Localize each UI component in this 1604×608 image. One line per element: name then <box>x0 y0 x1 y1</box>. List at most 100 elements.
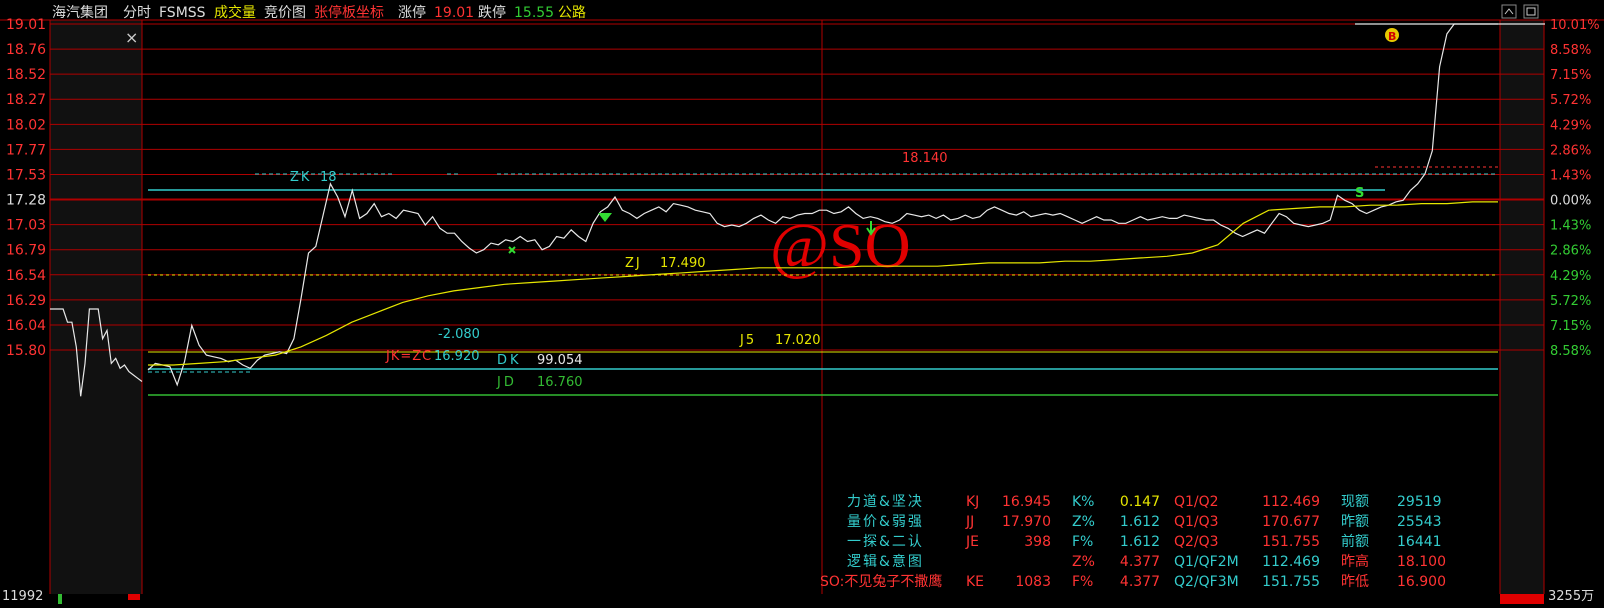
stats-cell-k3: Q1/Q3 <box>1174 514 1219 530</box>
stats-cell-v3: 151.755 <box>1262 534 1320 550</box>
stats-panel: 力道&坚决 KJ 16.945 K% 0.147 Q1/Q2 112.469 现额 29519 量… <box>820 494 1446 590</box>
y-tick-right: 4.29% <box>1550 118 1591 133</box>
stats-cell-v4: 16441 <box>1397 534 1442 550</box>
y-tick-left: 18.76 <box>6 42 46 58</box>
stats-cell-name: 力道&坚决 <box>847 494 924 510</box>
stats-cell-k1: KE <box>966 574 984 590</box>
stats-cell-v4: 18.100 <box>1397 554 1446 570</box>
stats-cell-k4: 现额 <box>1341 494 1369 510</box>
sector-label[interactable]: 公路 <box>558 5 586 21</box>
stats-cell-v4: 16.900 <box>1397 574 1446 590</box>
stats-cell-name: SO:不见兔子不撒鹰 <box>820 574 942 590</box>
y-tick-left: 16.54 <box>6 268 46 284</box>
intraday-chart: 19.01 18.76 18.52 18.27 18.02 17.77 17.53 17.28… <box>0 0 1604 604</box>
stats-cell-k4: 昨低 <box>1341 574 1369 590</box>
stats-cell-v3: 170.677 <box>1262 514 1320 530</box>
neg-value: -2.080 <box>438 327 480 342</box>
y-tick-left: 17.53 <box>6 167 46 183</box>
zk-value: 18 <box>320 170 337 185</box>
stats-cell-v1: 17.970 <box>1002 514 1051 530</box>
auction-label[interactable]: 竞价图 <box>264 4 306 21</box>
volume-label[interactable]: 成交量 <box>214 4 256 21</box>
jd-label: JD <box>496 375 517 390</box>
jk-label: JK=ZC <box>385 349 432 364</box>
y-tick-left: 16.29 <box>6 293 46 309</box>
stats-cell-v2: 1.612 <box>1120 534 1160 550</box>
limit-coord-label[interactable]: 张停板坐标 <box>314 4 384 21</box>
volume-right-label: 3255万 <box>1548 589 1594 604</box>
y-tick-right: 8.58% <box>1550 43 1591 58</box>
y-tick-left: 17.03 <box>6 218 46 234</box>
y-tick-right: 4.29% <box>1550 269 1591 284</box>
stats-cell-k1: JE <box>965 534 979 550</box>
limit-down-label: 跌停 <box>478 4 506 21</box>
y-tick-right: 5.72% <box>1550 93 1591 108</box>
y-tick-left: 17.77 <box>6 142 46 158</box>
limit-down-value: 15.55 <box>514 5 554 21</box>
stats-cell-k1: JJ <box>965 514 974 530</box>
stats-cell-v2: 1.612 <box>1120 514 1160 530</box>
indicator-label[interactable]: FSMSS <box>159 5 206 21</box>
stats-cell-v1: 398 <box>1024 534 1051 550</box>
jk-value: 16.920 <box>434 349 480 364</box>
b-signal-letter: B <box>1388 30 1396 43</box>
stats-cell-k4: 昨额 <box>1341 514 1369 530</box>
y-tick-right: 1.43% <box>1550 168 1591 183</box>
stats-cell-k3: Q1/Q2 <box>1174 494 1219 510</box>
y-tick-left: 18.52 <box>6 67 46 83</box>
stats-cell-v4: 29519 <box>1397 494 1442 510</box>
y-tick-left: 16.79 <box>6 243 46 259</box>
stats-cell-k3: Q2/QF3M <box>1174 574 1239 590</box>
volume-left-label: 11992 <box>2 589 43 604</box>
stats-cell-k2: K% <box>1072 494 1094 510</box>
dk-label: DK <box>497 353 522 368</box>
stats-cell-v2: 4.377 <box>1120 574 1160 590</box>
y-tick-left: 15.80 <box>6 343 46 359</box>
stats-cell-name: 量价&弱强 <box>847 514 924 530</box>
y-tick-right: 10.01% <box>1550 18 1600 33</box>
dk-value: 99.054 <box>537 353 583 368</box>
stats-cell-k3: Q1/QF2M <box>1174 554 1239 570</box>
stats-cell-k1: KJ <box>966 494 979 510</box>
stock-name[interactable]: 海汽集团 <box>52 4 108 21</box>
y-tick-right: 7.15% <box>1550 319 1591 334</box>
mode-label[interactable]: 分时 <box>123 5 151 21</box>
close-icon[interactable]: × <box>125 28 138 47</box>
y-tick-right: 7.15% <box>1550 68 1591 83</box>
zj-label: ZJ <box>625 256 642 271</box>
j5-label: J5 <box>739 333 756 348</box>
stats-cell-k4: 前额 <box>1341 533 1369 550</box>
y-tick-left: 19.01 <box>6 17 46 33</box>
stats-cell-v4: 25543 <box>1397 514 1442 530</box>
y-tick-left: 18.27 <box>6 92 46 108</box>
y-tick-right: 0.00% <box>1550 194 1591 209</box>
y-tick-left: 16.04 <box>6 318 46 334</box>
auction-zone-left <box>50 20 142 594</box>
stats-cell-name: 一探&二认 <box>847 534 924 550</box>
y-tick-right: 2.86% <box>1550 244 1591 259</box>
stats-cell-k4: 昨高 <box>1341 553 1369 570</box>
top-line-value: 18.140 <box>902 151 948 166</box>
volume-bar-left-green <box>58 594 62 604</box>
zk-label: ZK <box>290 170 311 185</box>
stats-cell-k2: Z% <box>1072 514 1095 530</box>
y-tick-left: 17.28 <box>6 193 46 209</box>
stats-cell-v1: 1083 <box>1015 574 1051 590</box>
header-bar: 海汽集团 分时 FSMSS 成交量 竞价图 张停板坐标 涨停 19.01 跌停 … <box>52 4 586 21</box>
volume-bar-left-red <box>128 594 140 600</box>
stats-cell-v2: 4.377 <box>1120 554 1160 570</box>
y-tick-left: 18.02 <box>6 117 46 133</box>
y-tick-right: 2.86% <box>1550 143 1591 158</box>
jd-value: 16.760 <box>537 375 583 390</box>
stats-cell-k3: Q2/Q3 <box>1174 534 1219 550</box>
volume-bar-right <box>1500 594 1544 604</box>
zj-value: 17.490 <box>660 256 706 271</box>
s-signal-icon: S <box>1355 186 1364 201</box>
stats-cell-v1: 16.945 <box>1002 494 1051 510</box>
intraday-chart-window: 19.01 18.76 18.52 18.27 18.02 17.77 17.53 17.28… <box>0 0 1604 604</box>
auction-zone-right <box>1500 20 1544 594</box>
stats-cell-v2: 0.147 <box>1120 494 1160 510</box>
stats-cell-k2: F% <box>1072 534 1093 550</box>
stats-cell-v3: 151.755 <box>1262 574 1320 590</box>
j5-value: 17.020 <box>775 333 821 348</box>
